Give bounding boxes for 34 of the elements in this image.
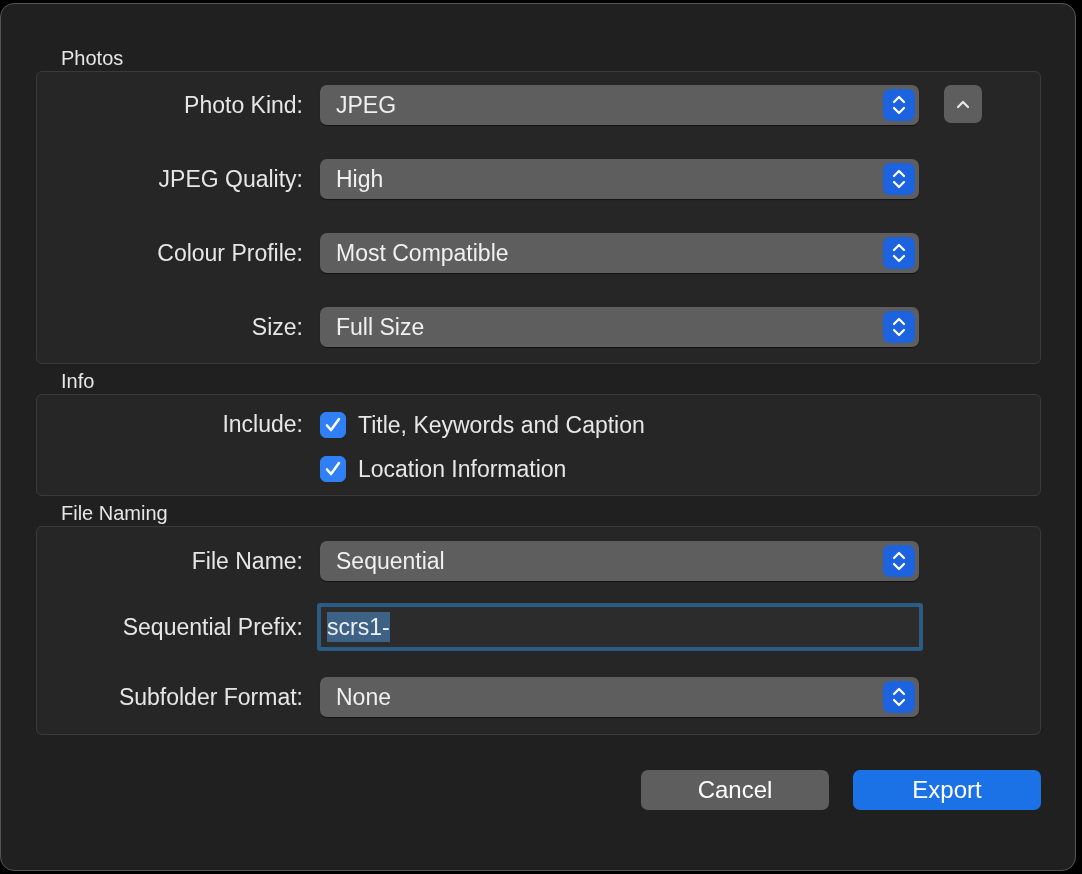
field-label: Sequential Prefix:: [121, 613, 304, 642]
stepper-icon: [883, 163, 915, 195]
checkbox[interactable]: [320, 456, 346, 482]
popup-button[interactable]: Full Size: [320, 307, 919, 347]
stepper-icon: [883, 681, 915, 713]
field-label: Photo Kind:: [183, 91, 304, 120]
prefix-input-field[interactable]: scrs1-: [317, 603, 923, 651]
disclosure-button[interactable]: [944, 85, 982, 123]
field-label: Size:: [250, 313, 304, 342]
field-label: File Name:: [190, 547, 304, 576]
field-label: Colour Profile:: [156, 239, 304, 268]
chevron-icon: [956, 99, 970, 109]
stepper-icon: [883, 545, 915, 577]
field-label: Subfolder Format:: [117, 683, 304, 712]
section-title: Info: [60, 369, 96, 394]
popup-button[interactable]: High: [320, 159, 919, 199]
field-label: Include:: [221, 410, 304, 439]
stepper-icon: [883, 311, 915, 343]
export-button[interactable]: Export: [853, 770, 1041, 810]
popup-button[interactable]: None: [320, 677, 919, 717]
popup-button[interactable]: JPEG: [320, 85, 919, 125]
checkmark-icon: [324, 417, 342, 433]
checkmark-icon: [324, 461, 342, 477]
cancel-button[interactable]: Cancel: [641, 770, 829, 810]
checkbox-label[interactable]: Title, Keywords and Caption: [358, 410, 645, 440]
checkbox[interactable]: [320, 412, 346, 438]
section-title: File Naming: [60, 501, 169, 526]
section-title: Photos: [60, 46, 125, 71]
stepper-icon: [883, 237, 915, 269]
popup-button[interactable]: Sequential: [320, 541, 919, 581]
checkbox-label[interactable]: Location Information: [358, 454, 567, 484]
field-label: JPEG Quality:: [157, 165, 304, 194]
popup-button[interactable]: Most Compatible: [320, 233, 919, 273]
stepper-icon: [883, 89, 915, 121]
